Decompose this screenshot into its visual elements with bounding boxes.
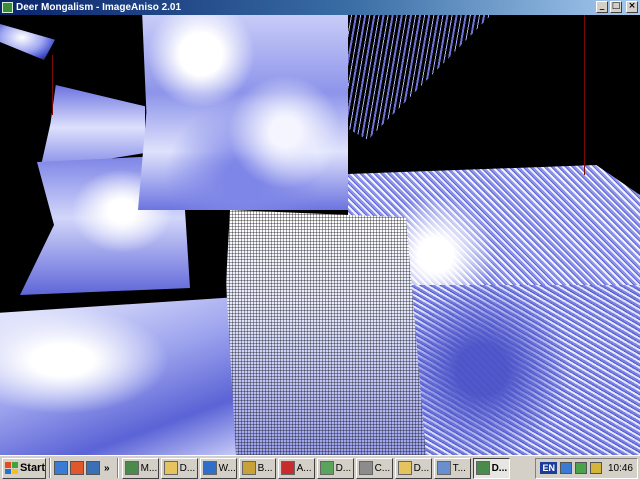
taskbar-button-label: M... (140, 462, 158, 474)
render-canvas[interactable] (0, 15, 640, 455)
overflow-chevron-icon[interactable]: » (104, 463, 110, 474)
terrain-patch (226, 210, 426, 455)
taskbar-button-label: C... (374, 462, 391, 474)
guide-line (52, 55, 53, 115)
close-button[interactable]: × (626, 1, 638, 13)
taskbar-button[interactable]: D... (394, 457, 432, 479)
desktop-icon[interactable] (86, 461, 100, 475)
app-icon (358, 461, 373, 475)
taskbar-button-label: D... (491, 462, 508, 474)
security-icon[interactable] (574, 462, 587, 474)
network-icon[interactable] (559, 462, 572, 474)
title-bar[interactable]: Deer Mongalism - ImageAniso 2.01 _ □ × (0, 0, 640, 15)
taskbar-button[interactable]: T... (433, 457, 471, 479)
system-tray: EN 10:46 (535, 457, 638, 479)
task-list: M... D... W... B... A... D... C... D... T... D... (121, 457, 510, 479)
folder-icon (163, 461, 178, 475)
tray-icons (559, 462, 602, 474)
taskbar-button-label: D... (413, 462, 430, 474)
browser-icon (202, 461, 217, 475)
window-controls: _ □ × (596, 1, 638, 13)
media-player-icon[interactable] (70, 461, 84, 475)
document-icon (436, 461, 451, 475)
image-icon (475, 461, 490, 475)
minimize-button[interactable]: _ (596, 1, 608, 13)
taskbar-button-label: D... (335, 462, 352, 474)
terrain-patch (0, 24, 55, 60)
taskbar-button[interactable]: D... (160, 457, 198, 479)
guide-line (584, 15, 585, 175)
taskbar-button-label: B... (257, 462, 273, 474)
language-indicator[interactable]: EN (540, 462, 557, 474)
terrain-patch (40, 85, 145, 170)
taskbar-button[interactable]: D... (472, 457, 510, 479)
app-icon (319, 461, 334, 475)
start-button[interactable]: Start (2, 457, 46, 479)
quick-launch (54, 461, 100, 475)
taskbar-button-label: W... (218, 462, 236, 474)
separator (49, 458, 51, 478)
app-icon (241, 461, 256, 475)
taskbar-button[interactable]: M... (121, 457, 159, 479)
taskbar-button-label: T... (452, 462, 466, 474)
app-icon (124, 461, 139, 475)
taskbar-button[interactable]: B... (238, 457, 276, 479)
pdf-icon (280, 461, 295, 475)
taskbar: Start » M... D... W... B... A... D... C... D...… (0, 455, 640, 480)
taskbar-button[interactable]: C... (355, 457, 393, 479)
terrain-patch (138, 15, 348, 210)
windows-logo-icon (5, 462, 18, 474)
terrain-patch (346, 15, 491, 140)
internet-explorer-icon[interactable] (54, 461, 68, 475)
taskbar-button[interactable]: W... (199, 457, 237, 479)
taskbar-button-label: D... (179, 462, 196, 474)
taskbar-button-label: A... (296, 462, 312, 474)
window-title: Deer Mongalism - ImageAniso 2.01 (16, 2, 182, 13)
start-label: Start (19, 462, 45, 474)
separator (116, 458, 119, 478)
terrain-patch (0, 297, 250, 455)
volume-icon[interactable] (589, 462, 602, 474)
taskbar-button[interactable]: A... (277, 457, 315, 479)
taskbar-button[interactable]: D... (316, 457, 354, 479)
maximize-button[interactable]: □ (610, 1, 622, 13)
clock[interactable]: 10:46 (608, 463, 633, 474)
folder-icon (397, 461, 412, 475)
app-icon (2, 2, 13, 13)
